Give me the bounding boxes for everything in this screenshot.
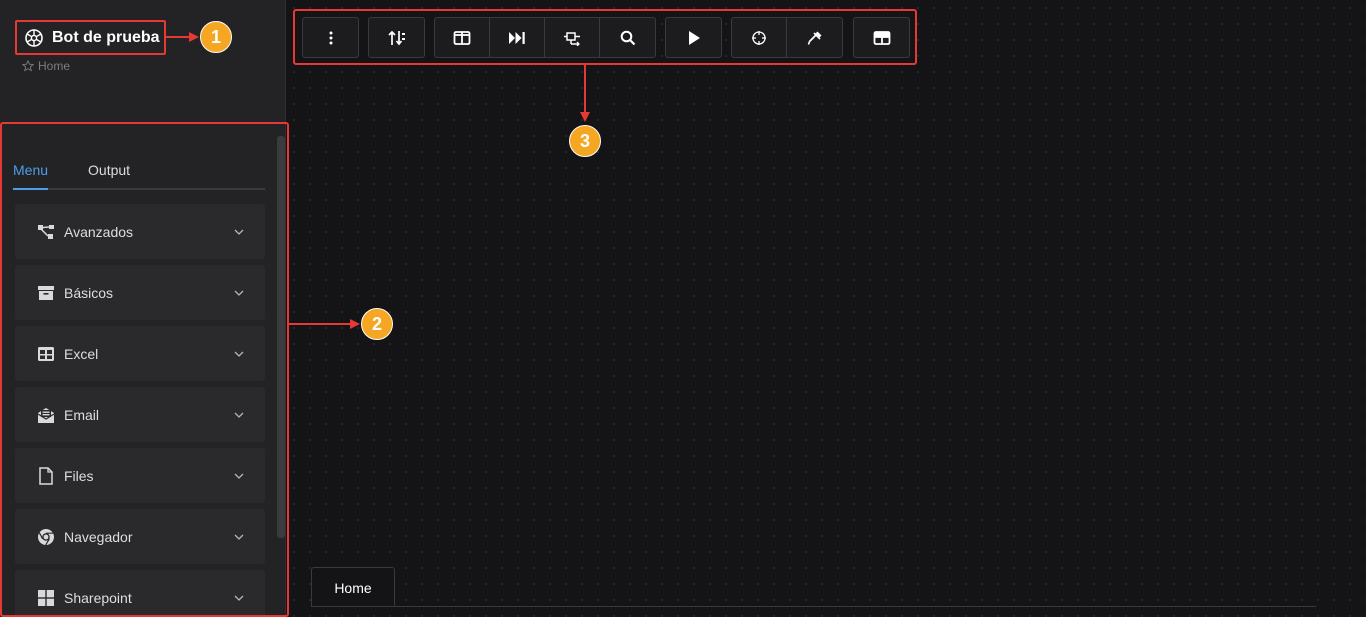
callout-3: 3 [569,125,601,157]
annotation-arrows [166,32,590,329]
arrow-1-head [189,32,199,42]
arrow-3-head [580,112,590,122]
app-window: Bot de prueba Home Menu Output Avanzados… [0,0,1366,617]
arrow-2-head [350,319,360,329]
callout-1: 1 [200,21,232,53]
callout-2: 2 [361,308,393,340]
